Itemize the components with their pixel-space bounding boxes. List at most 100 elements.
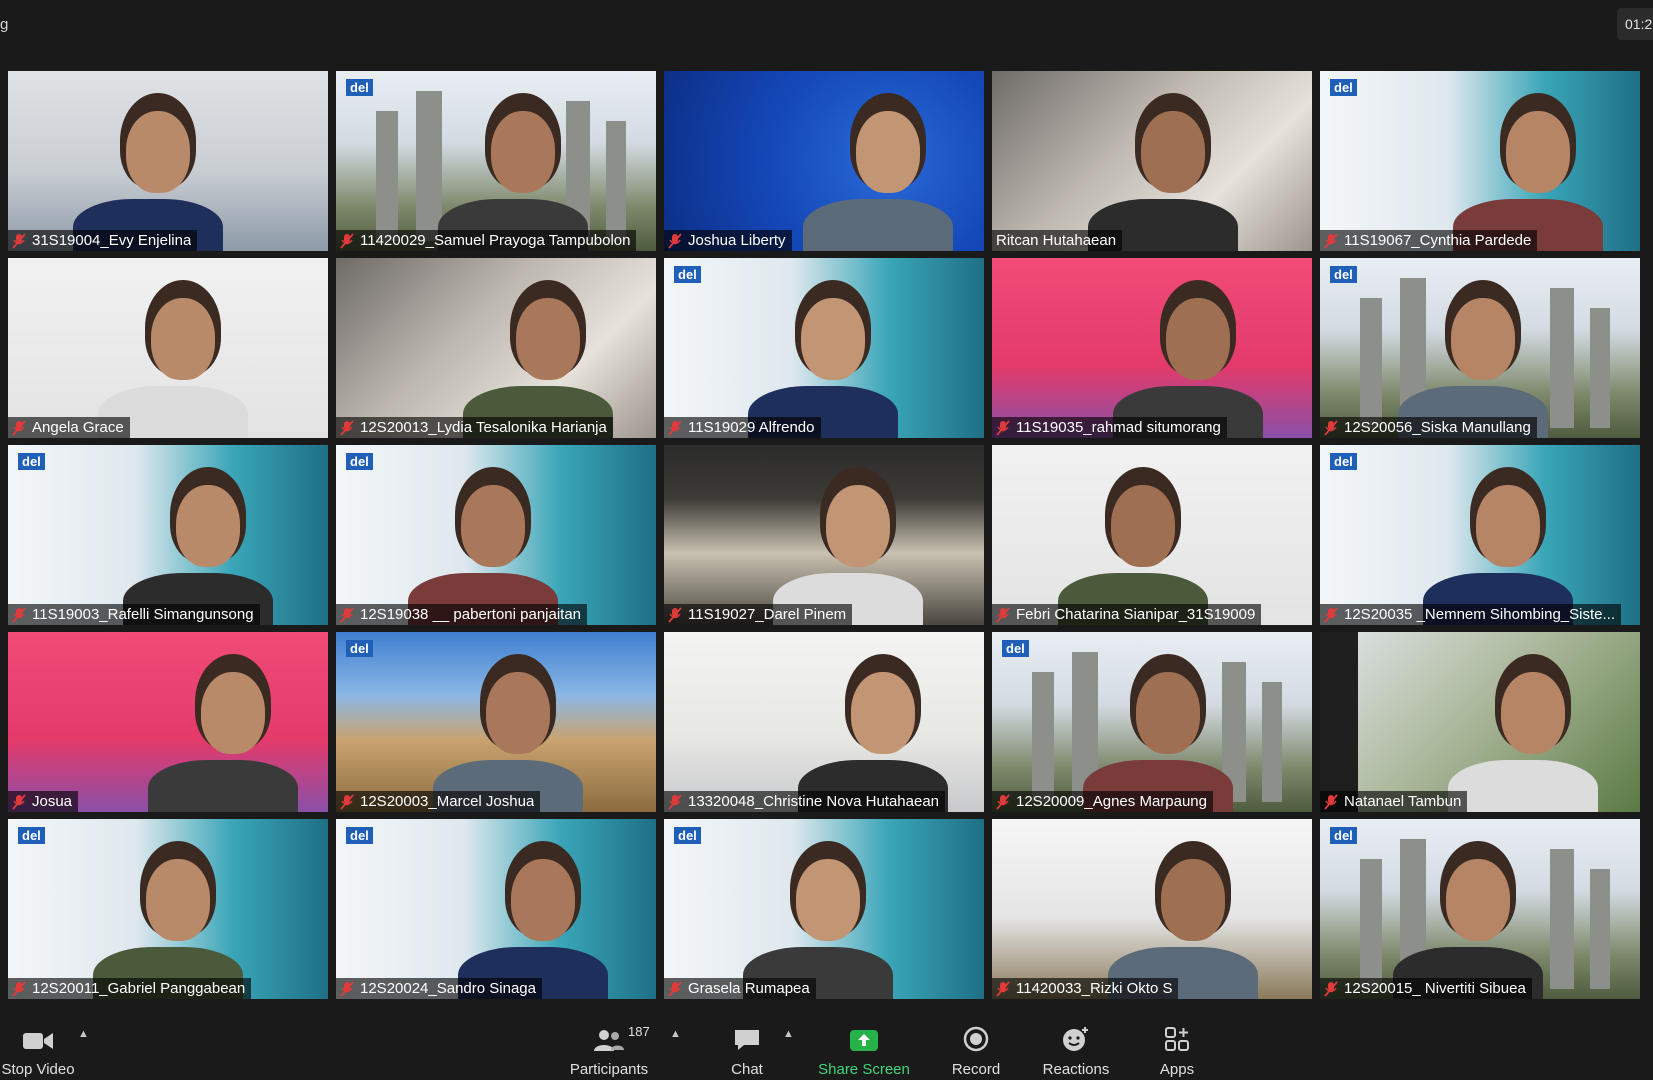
participant-face <box>151 298 215 380</box>
participant-body <box>148 760 298 812</box>
participant-face <box>851 672 915 754</box>
participant-name-label: 11S19035_rahmad situmorang <box>992 417 1227 438</box>
reactions-smiley-icon <box>1062 1012 1090 1052</box>
participant-name: 12S20009_Agnes Marpaung <box>1016 793 1207 810</box>
participant-name: 13320048_Christine Nova Hutahaean <box>688 793 940 810</box>
meeting-toolbar: Stop Video ▲ Participants 187 ▲ Chat ▲ S… <box>0 1012 1653 1080</box>
share-screen-button[interactable]: Share Screen <box>818 1012 910 1080</box>
participant-video-tile[interactable]: 13320048_Christine Nova Hutahaean <box>664 632 984 812</box>
participant-name: 12S19038 __ pabertoni panjaitan <box>360 606 582 623</box>
participant-video-tile[interactable]: del 12S19038 __ pabertoni panjaitan <box>336 445 656 625</box>
participant-video-tile[interactable]: del 12S20024_Sandro Sinaga <box>336 819 656 999</box>
video-options-caret-icon[interactable]: ▲ <box>78 1028 89 1040</box>
participant-video-tile[interactable]: 11S19035_rahmad situmorang <box>992 258 1312 438</box>
institution-logo: del <box>346 453 373 470</box>
participant-video-tile[interactable]: del 11S19003_Rafelli Simangunsong <box>8 445 328 625</box>
participant-video-tile[interactable]: del 12S20056_Siska Manullang <box>1320 258 1640 438</box>
share-screen-label: Share Screen <box>818 1061 910 1078</box>
participant-name: 11S19035_rahmad situmorang <box>1016 419 1221 436</box>
participant-video-tile[interactable]: Natanael Tambun <box>1320 632 1640 812</box>
muted-microphone-icon <box>1324 419 1338 436</box>
record-button[interactable]: Record <box>951 1012 1001 1080</box>
participant-name-label: 11420029_Samuel Prayoga Tampubolon <box>336 230 637 251</box>
monument-pillar <box>1360 859 1382 989</box>
participant-video-tile[interactable]: del Grasela Rumapea <box>664 819 984 999</box>
participant-video-tile[interactable]: Josua <box>8 632 328 812</box>
participant-name: Josua <box>32 793 73 810</box>
monument-pillar <box>1550 288 1574 428</box>
apps-icon <box>1164 1012 1190 1052</box>
participant-name-label: Joshua Liberty <box>664 230 792 251</box>
participant-video-tile[interactable]: del 12S20011_Gabriel Panggabean <box>8 819 328 999</box>
participant-face <box>1501 672 1565 754</box>
muted-microphone-icon <box>1324 793 1338 810</box>
participant-video-tile[interactable]: del 11S19029 Alfrendo <box>664 258 984 438</box>
muted-microphone-icon <box>340 793 354 810</box>
participant-video-tile[interactable]: Ritcan Hutahaean <box>992 71 1312 251</box>
share-screen-icon <box>849 1012 879 1052</box>
muted-microphone-icon <box>1324 606 1338 623</box>
institution-logo: del <box>1330 266 1357 283</box>
participant-face <box>826 485 890 567</box>
participant-video-tile[interactable]: del 12S20015_ Nivertiti Sibuea <box>1320 819 1640 999</box>
apps-button[interactable]: Apps <box>1159 1012 1195 1080</box>
participant-video-tile[interactable]: Angela Grace <box>8 258 328 438</box>
participant-video-tile[interactable]: del 11S19067_Cynthia Pardede <box>1320 71 1640 251</box>
monument-pillar <box>1550 849 1574 989</box>
meeting-title-bar: g 01:2 <box>0 0 1653 66</box>
chat-button[interactable]: Chat <box>727 1012 767 1080</box>
meeting-timer[interactable]: 01:2 <box>1617 8 1653 40</box>
participant-name-label: 11S19027_Darel Pinem <box>664 604 853 625</box>
participants-options-caret-icon[interactable]: ▲ <box>670 1028 681 1040</box>
monument-pillar <box>1032 672 1054 802</box>
reactions-label: Reactions <box>1042 1061 1110 1078</box>
participant-name: Febri Chatarina Sianipar_31S19009 <box>1016 606 1256 623</box>
participants-label: Participants <box>569 1061 649 1078</box>
participant-video-tile[interactable]: Febri Chatarina Sianipar_31S19009 <box>992 445 1312 625</box>
participants-button[interactable]: Participants <box>566 1012 652 1080</box>
muted-microphone-icon <box>668 980 682 997</box>
participant-name: 12S20024_Sandro Sinaga <box>360 980 536 997</box>
muted-microphone-icon <box>668 793 682 810</box>
participant-video-tile[interactable]: del 11420029_Samuel Prayoga Tampubolon <box>336 71 656 251</box>
muted-microphone-icon <box>12 980 26 997</box>
muted-microphone-icon <box>1324 980 1338 997</box>
participant-video-tile[interactable]: 12S20013_Lydia Tesalonika Harianja <box>336 258 656 438</box>
participant-name-label: 12S20003_Marcel Joshua <box>336 791 541 812</box>
monument-pillar <box>1360 298 1382 428</box>
participant-video-tile[interactable]: Joshua Liberty <box>664 71 984 251</box>
chat-options-caret-icon[interactable]: ▲ <box>783 1028 794 1040</box>
participant-face <box>461 485 525 567</box>
participant-name-label: 12S20009_Agnes Marpaung <box>992 791 1213 812</box>
reactions-button[interactable]: Reactions <box>1043 1012 1109 1080</box>
participant-face <box>491 111 555 193</box>
participant-face <box>796 859 860 941</box>
participant-name-label: Josua <box>8 791 79 812</box>
participant-video-tile[interactable]: 31S19004_Evy Enjelina <box>8 71 328 251</box>
participant-body <box>1448 760 1598 812</box>
participant-video-tile[interactable]: del 12S20009_Agnes Marpaung <box>992 632 1312 812</box>
participant-name-label: 12S20013_Lydia Tesalonika Harianja <box>336 417 613 438</box>
participant-face <box>1111 485 1175 567</box>
participant-face <box>1136 672 1200 754</box>
participant-name-label: 12S20015_ Nivertiti Sibuea <box>1320 978 1532 999</box>
participant-video-tile[interactable]: del 12S20035 _Nemnem Sihombing_Siste... <box>1320 445 1640 625</box>
muted-microphone-icon <box>668 419 682 436</box>
muted-microphone-icon <box>996 419 1010 436</box>
participant-name-label: 12S20024_Sandro Sinaga <box>336 978 542 999</box>
participant-name: Angela Grace <box>32 419 124 436</box>
video-gallery: 31S19004_Evy Enjelina del 11420029_Samuel … <box>8 71 1640 999</box>
participant-body <box>803 199 953 251</box>
participant-name-label: 12S20035 _Nemnem Sihombing_Siste... <box>1320 604 1621 625</box>
participant-name-label: 12S20056_Siska Manullang <box>1320 417 1537 438</box>
participant-face <box>801 298 865 380</box>
participant-video-tile[interactable]: del 12S20003_Marcel Joshua <box>336 632 656 812</box>
participant-name: 12S20013_Lydia Tesalonika Harianja <box>360 419 607 436</box>
participant-name: 11S19003_Rafelli Simangunsong <box>32 606 254 623</box>
participant-video-tile[interactable]: 11420033_Rizki Okto S <box>992 819 1312 999</box>
participants-count: 187 <box>628 1024 650 1039</box>
participant-video-tile[interactable]: 11S19027_Darel Pinem <box>664 445 984 625</box>
stop-video-button[interactable]: Stop Video <box>0 1012 76 1080</box>
institution-logo: del <box>346 827 373 844</box>
muted-microphone-icon <box>668 232 682 249</box>
